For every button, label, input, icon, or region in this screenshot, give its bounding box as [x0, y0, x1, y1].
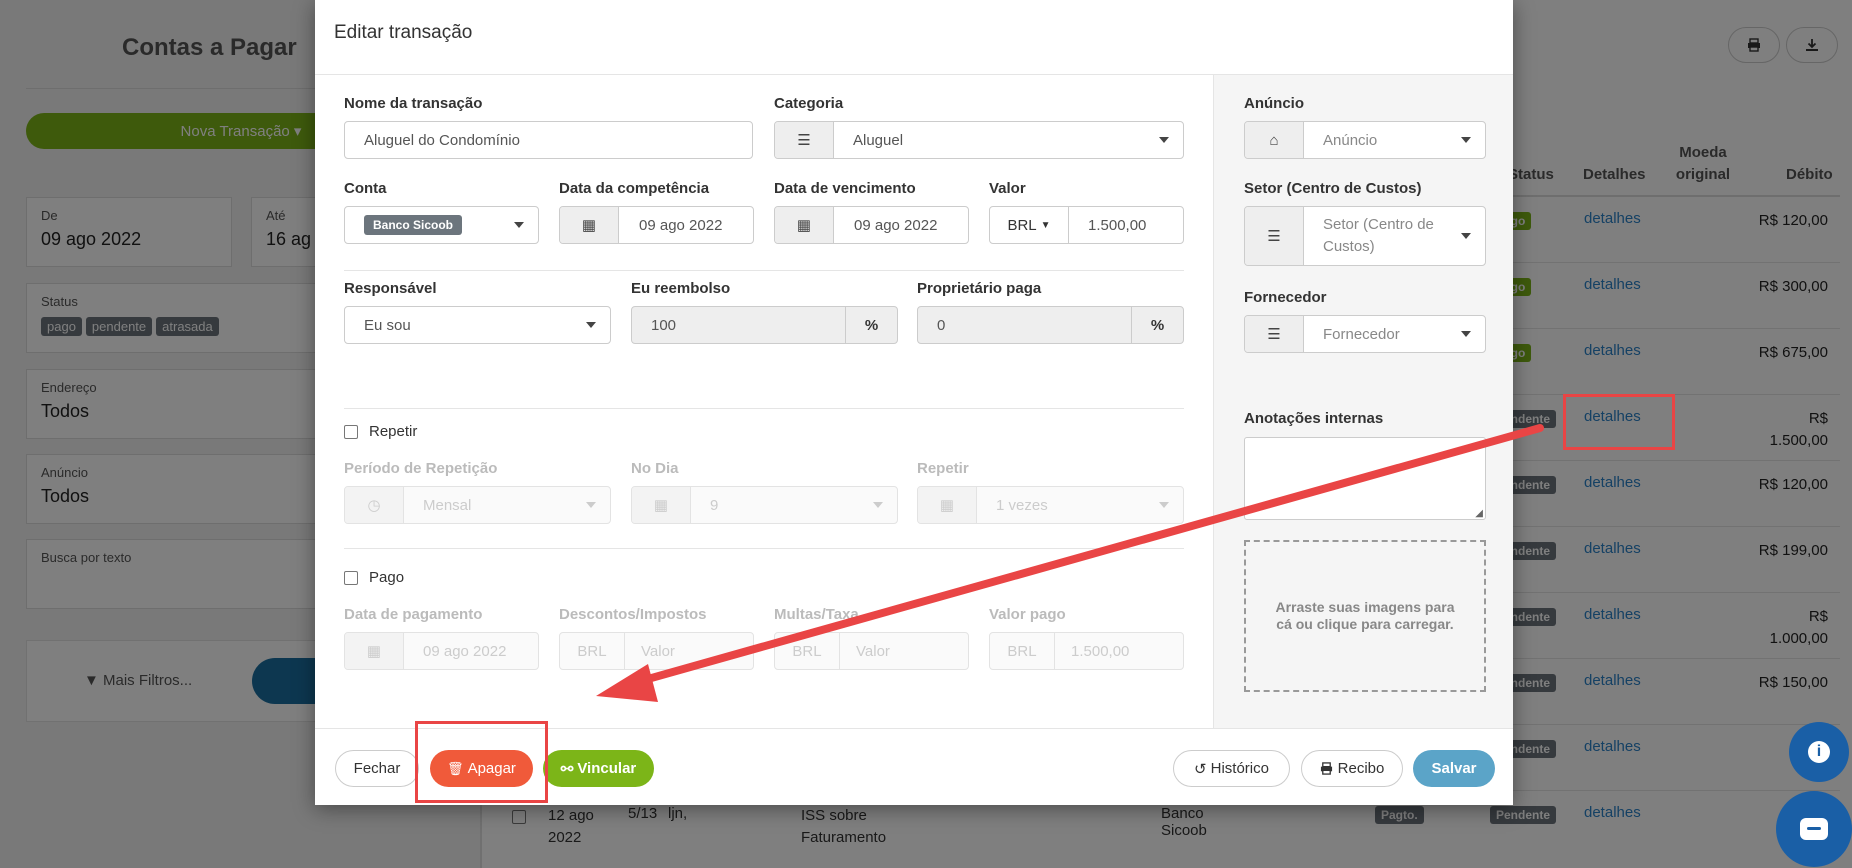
currency-addon: BRL [990, 633, 1055, 669]
paid-value-label: Valor pago [989, 606, 1066, 623]
category-label: Categoria [774, 95, 844, 112]
chevron-down-icon [1159, 137, 1169, 143]
modal-title: Editar transação [315, 0, 1513, 75]
chevron-down-icon [1461, 137, 1471, 143]
info-fab[interactable]: i [1789, 722, 1849, 782]
due-date-label: Data de vencimento [774, 180, 916, 197]
fines-input[interactable]: BRL Valor [774, 632, 969, 670]
annotation-box-delete [415, 721, 548, 803]
list-icon: ☰ [1245, 207, 1304, 265]
repeat-period-label: Período de Repetição [344, 460, 498, 477]
save-button[interactable]: Salvar [1413, 750, 1495, 787]
fines-label: Multas/Taxa [774, 606, 859, 623]
calendar-icon: ▦ [918, 487, 977, 523]
chat-icon [1800, 818, 1828, 840]
supplier-select[interactable]: ☰ Fornecedor [1244, 315, 1486, 353]
paid-label: Pago [369, 569, 405, 586]
link-button[interactable]: ⚯ Vincular [543, 750, 654, 787]
calendar-icon: ▦ [775, 207, 834, 243]
value-input[interactable]: BRL ▼ 1.500,00 [989, 206, 1184, 244]
receipt-button[interactable]: Recibo [1301, 750, 1403, 787]
payment-date-input[interactable]: ▦ 09 ago 2022 [344, 632, 539, 670]
due-date-input[interactable]: ▦ 09 ago 2022 [774, 206, 969, 244]
history-icon: ↺ [1194, 760, 1207, 778]
currency-addon: BRL [560, 633, 625, 669]
account-select[interactable]: Banco Sicoob [344, 206, 539, 244]
calendar-icon: ▦ [345, 633, 404, 669]
chevron-down-icon [873, 502, 883, 508]
info-icon: i [1808, 741, 1830, 763]
currency-dropdown[interactable]: BRL ▼ [990, 207, 1069, 243]
paid-checkbox[interactable] [344, 571, 358, 585]
discounts-label: Descontos/Impostos [559, 606, 707, 623]
calendar-icon: ▦ [632, 487, 691, 523]
name-label: Nome da transação [344, 95, 483, 112]
account-badge: Banco Sicoob [364, 215, 463, 235]
paid-value-input[interactable]: BRL 1.500,00 [989, 632, 1184, 670]
percent-addon: % [845, 307, 897, 343]
account-label: Conta [344, 180, 387, 197]
annotation-box-details [1563, 394, 1675, 450]
repeat-period-select[interactable]: ◷ Mensal [344, 486, 611, 524]
repeat-label: Repetir [369, 423, 418, 440]
chevron-down-icon [1461, 233, 1471, 239]
payment-date-label: Data de pagamento [344, 606, 483, 623]
sector-select[interactable]: ☰ Setor (Centro de Custos) [1244, 206, 1486, 266]
list-icon: ☰ [775, 122, 834, 158]
printer-icon [1320, 762, 1332, 775]
history-button[interactable]: ↺ Histórico [1173, 750, 1290, 787]
day-label: No Dia [631, 460, 679, 477]
image-dropzone[interactable]: Arraste suas imagens para cá ou clique p… [1244, 540, 1486, 692]
day-select[interactable]: ▦ 9 [631, 486, 898, 524]
chevron-down-icon [1159, 502, 1169, 508]
owner-pays-input[interactable]: 0 % [917, 306, 1184, 344]
notes-label: Anotações internas [1244, 410, 1384, 427]
edit-transaction-modal: Editar transação Nome da transação Alugu… [315, 0, 1513, 805]
ad-select[interactable]: ⌂ Anúncio [1244, 121, 1486, 159]
reimburse-input[interactable]: 100 % [631, 306, 898, 344]
list-icon: ☰ [1245, 316, 1304, 352]
competence-date-label: Data da competência [559, 180, 710, 197]
close-button[interactable]: Fechar [335, 750, 419, 787]
value-label: Valor [989, 180, 1026, 197]
transaction-name-input[interactable]: Aluguel do Condomínio [344, 121, 753, 159]
reimburse-label: Eu reembolso [631, 280, 731, 297]
supplier-label: Fornecedor [1244, 289, 1327, 306]
owner-pays-label: Proprietário paga [917, 280, 1042, 297]
repeat-times-label: Repetir [917, 460, 969, 477]
home-icon: ⌂ [1245, 122, 1304, 158]
responsible-label: Responsável [344, 280, 437, 297]
resize-handle-icon[interactable]: ◢ [1475, 508, 1483, 519]
percent-addon: % [1131, 307, 1183, 343]
internal-notes-textarea[interactable]: ◢ [1244, 437, 1486, 520]
chevron-down-icon [514, 222, 524, 228]
chat-fab[interactable] [1776, 791, 1852, 867]
sector-label: Setor (Centro de Custos) [1244, 180, 1422, 197]
calendar-icon: ▦ [560, 207, 619, 243]
chevron-down-icon [1461, 331, 1471, 337]
responsible-select[interactable]: Eu sou [344, 306, 611, 344]
repeat-times-select[interactable]: ▦ 1 vezes [917, 486, 1184, 524]
category-select[interactable]: ☰ Aluguel [774, 121, 1184, 159]
repeat-checkbox[interactable] [344, 425, 358, 439]
link-icon: ⚯ [560, 760, 574, 778]
modal-side-panel: Anúncio ⌂ Anúncio Setor (Centro de Custo… [1213, 75, 1513, 728]
caret-down-icon: ▼ [1040, 219, 1051, 231]
competence-date-input[interactable]: ▦ 09 ago 2022 [559, 206, 754, 244]
discounts-input[interactable]: BRL Valor [559, 632, 754, 670]
currency-addon: BRL [775, 633, 840, 669]
chevron-down-icon [586, 502, 596, 508]
clock-icon: ◷ [345, 487, 404, 523]
side-ad-label: Anúncio [1244, 95, 1304, 112]
chevron-down-icon [586, 322, 596, 328]
